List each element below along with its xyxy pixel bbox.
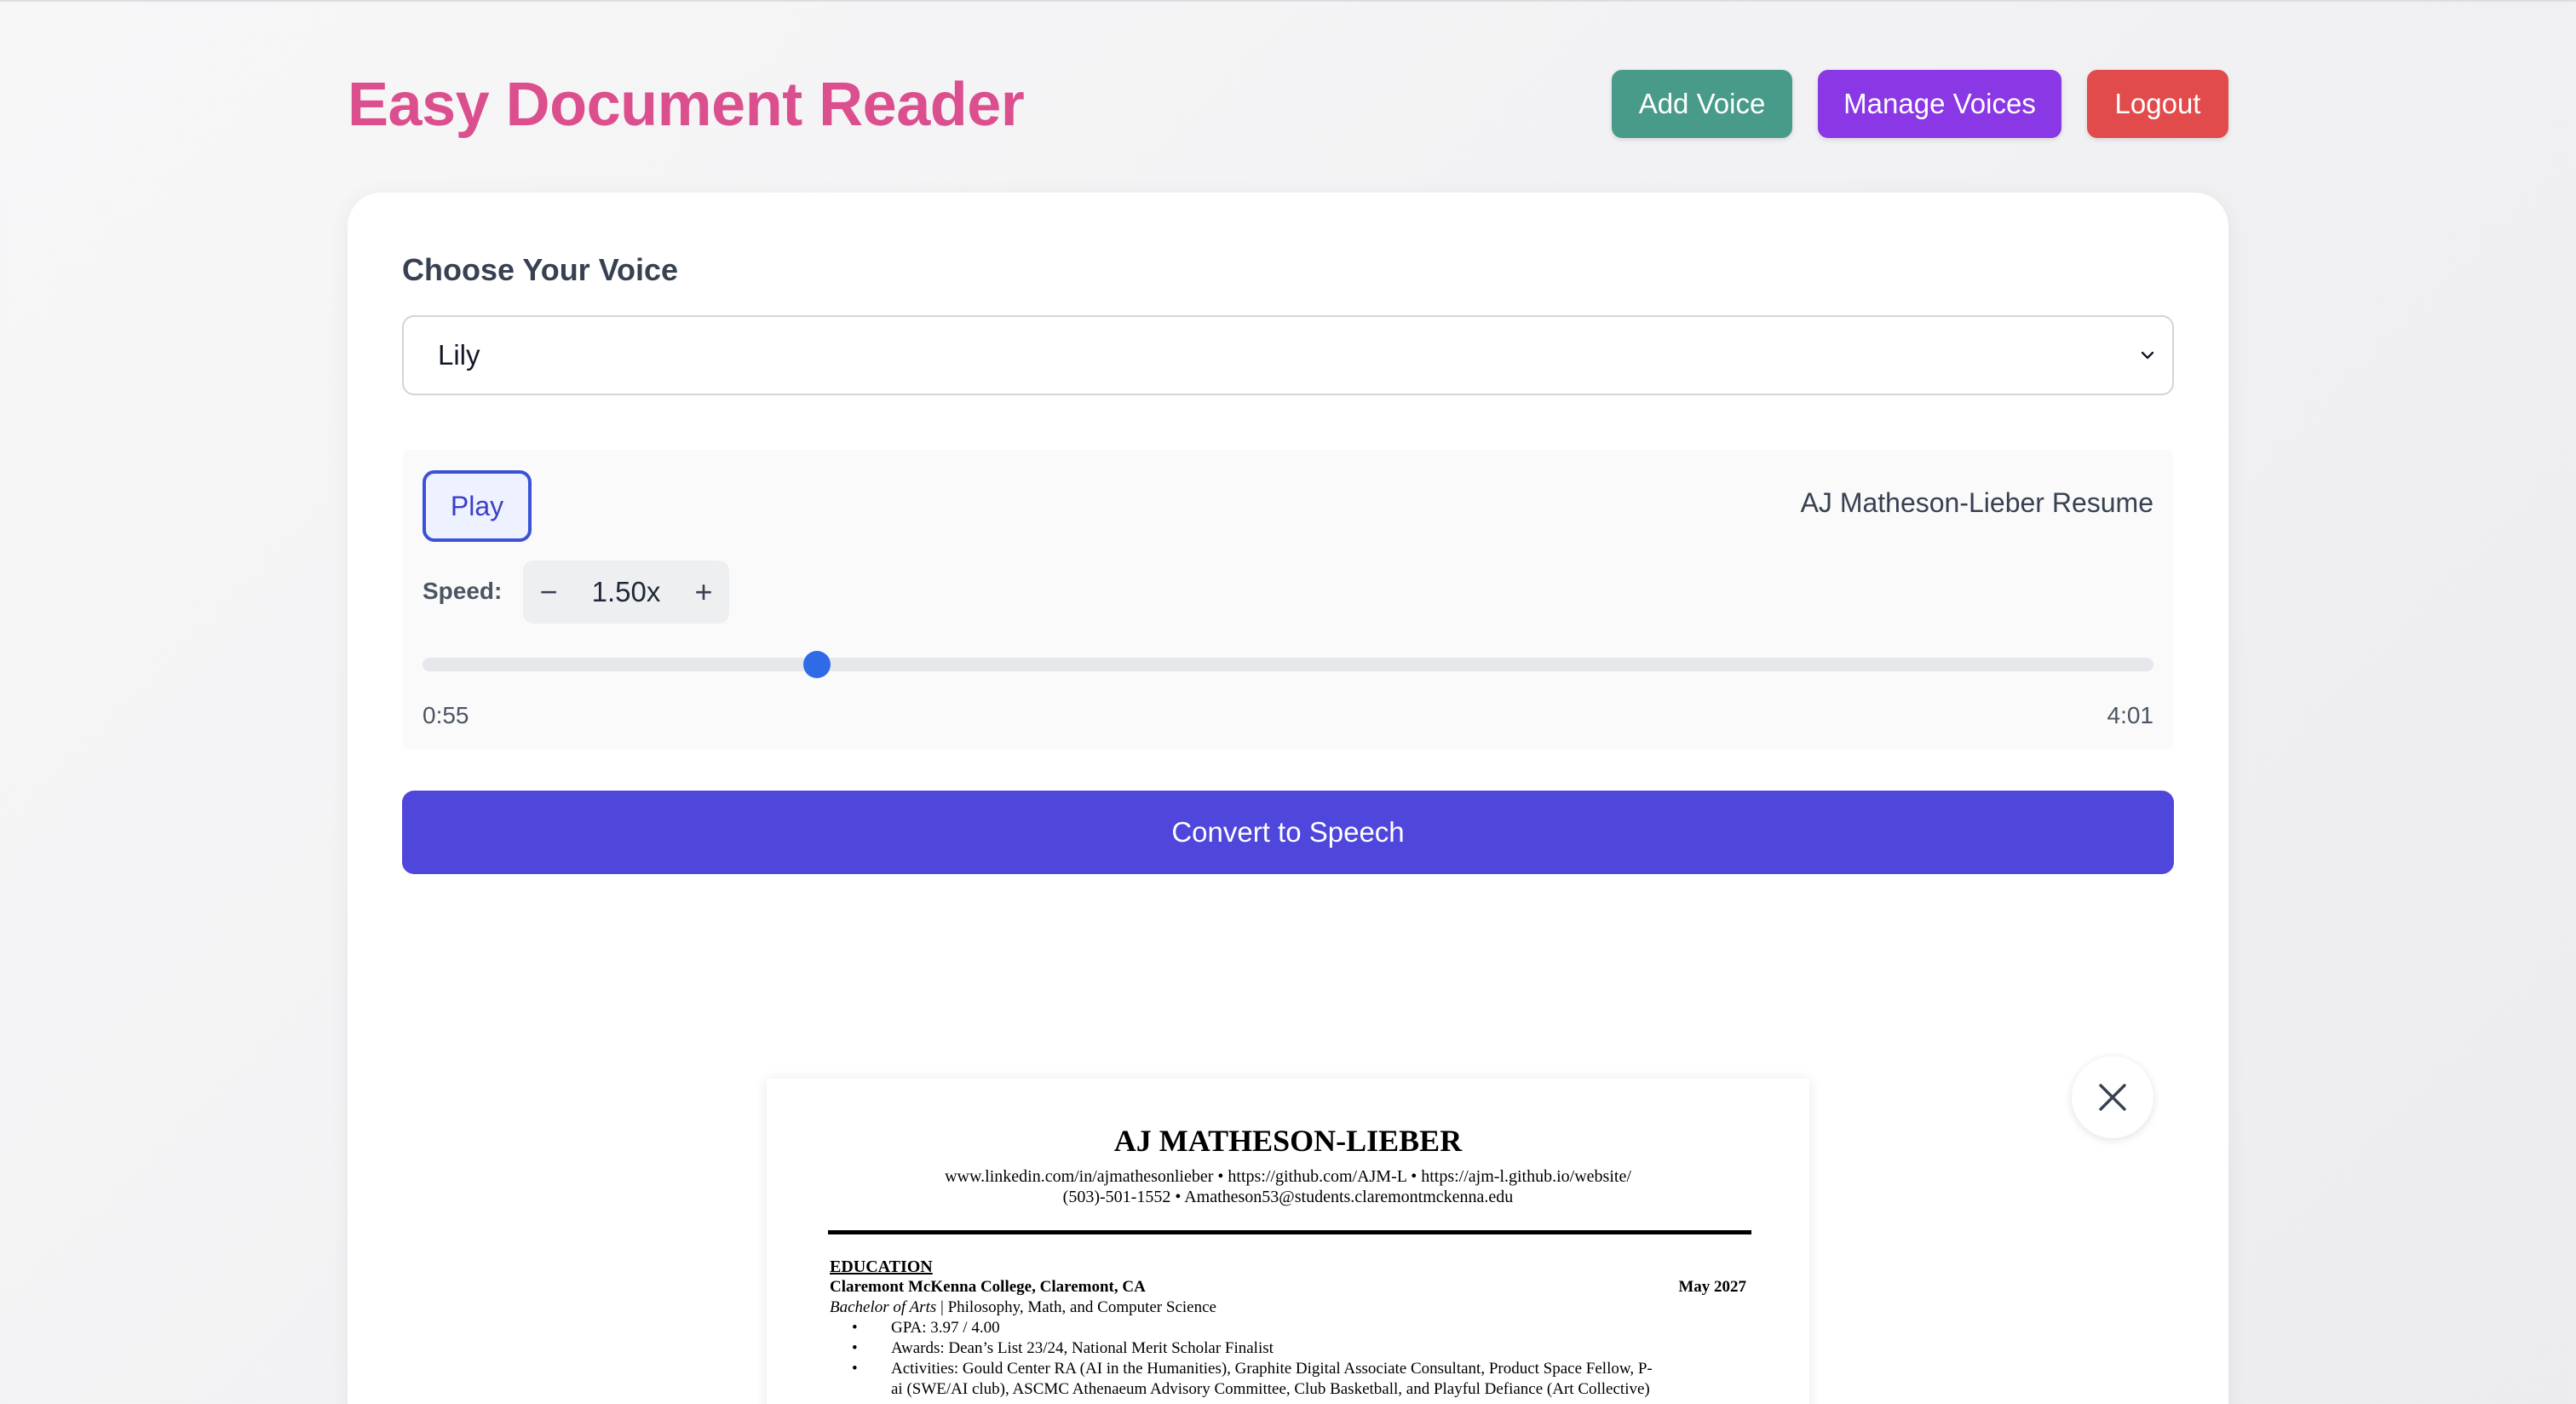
document-preview: AJ MATHESON-LIEBER www.linkedin.com/in/a…	[767, 1079, 1809, 1404]
convert-to-speech-button[interactable]: Convert to Speech	[402, 791, 2174, 874]
current-time: 0:55	[423, 702, 469, 728]
resume-degree: Bachelor of Arts | Philosophy, Math, and…	[830, 1298, 1216, 1317]
resume-contact-info: (503)-501-1552 • Amatheson53@students.cl…	[1062, 1188, 1514, 1206]
resume-contact-links: www.linkedin.com/in/ajmathesonlieber • h…	[945, 1167, 1631, 1186]
progress-slider[interactable]	[423, 651, 2153, 678]
add-voice-button[interactable]: Add Voice	[1612, 70, 1792, 138]
app-header: Easy Document Reader Add Voice Manage Vo…	[348, 68, 2228, 141]
main-card: Choose Your Voice Lily Play AJ Matheson-…	[348, 193, 2228, 1404]
document-title: AJ Matheson-Lieber Resume	[1800, 487, 2153, 518]
window-top-border	[0, 0, 2576, 2]
resume-school: Claremont McKenna College, Claremont, CA	[830, 1278, 1146, 1296]
voice-select[interactable]: Lily	[402, 315, 2174, 395]
resume-bullet-activities: Activities: Gould Center RA (AI in the H…	[891, 1360, 1653, 1378]
speed-label: Speed:	[423, 578, 503, 604]
speed-value: 1.50x	[591, 576, 661, 607]
progress-slider-thumb[interactable]	[803, 651, 831, 678]
bullet-icon: •	[852, 1360, 858, 1378]
resume-name: AJ MATHESON-LIEBER	[1113, 1124, 1463, 1158]
voice-select-value: Lily	[438, 339, 480, 371]
close-icon	[2099, 1084, 2126, 1111]
resume-bullet-activities-cont: ai (SWE/AI club), ASCMC Athenaeum Adviso…	[891, 1380, 1650, 1398]
speed-stepper: − 1.50x +	[523, 561, 729, 624]
audio-player: Play AJ Matheson-Lieber Resume Speed: − …	[402, 450, 2174, 750]
resume-date: May 2027	[1678, 1278, 1746, 1296]
app-title: Easy Document Reader	[348, 71, 1025, 139]
speed-decrease-button[interactable]: −	[523, 561, 574, 624]
resume-degree-majors: | Philosophy, Math, and Computer Science	[936, 1298, 1216, 1316]
resume-bullet-awards: Awards: Dean’s List 23/24, National Meri…	[891, 1339, 1274, 1357]
chevron-down-icon	[2141, 351, 2154, 360]
speed-increase-button[interactable]: +	[678, 561, 729, 624]
resume-bullet-gpa: GPA: 3.97 / 4.00	[891, 1319, 1000, 1337]
resume-degree-type: Bachelor of Arts	[830, 1298, 937, 1316]
bullet-icon: •	[852, 1319, 858, 1337]
bullet-icon: •	[852, 1339, 858, 1357]
resume-divider	[828, 1230, 1751, 1234]
play-button[interactable]: Play	[423, 470, 532, 542]
close-document-button[interactable]	[2072, 1056, 2153, 1138]
manage-voices-button[interactable]: Manage Voices	[1818, 70, 2061, 138]
voice-select-label: Choose Your Voice	[402, 252, 679, 287]
total-time: 4:01	[2107, 702, 2154, 728]
logout-button[interactable]: Logout	[2087, 70, 2228, 138]
resume-section-heading: EDUCATION	[830, 1257, 933, 1276]
